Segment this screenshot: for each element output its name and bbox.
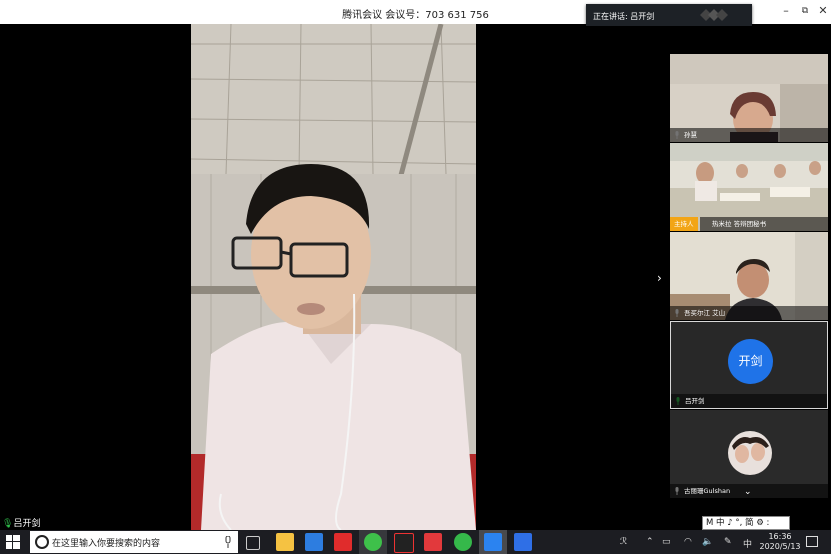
ime-indicator[interactable]: 中 bbox=[743, 537, 752, 550]
participant-name: 孙慧 bbox=[670, 128, 828, 142]
main-speaker-video[interactable] bbox=[191, 24, 476, 530]
participant-tile-5[interactable]: 古丽珊Gulshan ⌄ bbox=[670, 410, 828, 498]
participant-name: 吾买尔江 艾山 bbox=[670, 306, 828, 320]
participant-name-text: 热米拉 答辩团秘书 bbox=[712, 220, 767, 228]
participant-name: 吕开剑 bbox=[671, 394, 827, 408]
participant-tile-self[interactable]: 开剑 吕开剑 bbox=[670, 321, 828, 409]
clock-date: 2020/5/13 bbox=[759, 542, 801, 551]
speaking-indicator: 正在讲话: 吕开剑 bbox=[586, 4, 752, 26]
person-icon[interactable]: ℛ bbox=[620, 537, 627, 547]
chevron-right-icon[interactable]: › bbox=[657, 271, 662, 285]
participant-tile-1[interactable]: 孙慧 bbox=[670, 54, 828, 142]
speaker-video-frame bbox=[191, 24, 476, 530]
mic-icon[interactable] bbox=[224, 536, 232, 548]
speaking-label: 正在讲话: 吕开剑 bbox=[593, 12, 655, 21]
browser-icon[interactable] bbox=[454, 533, 472, 551]
app-red-icon[interactable] bbox=[334, 533, 352, 551]
clock-time: 16:36 bbox=[768, 532, 792, 541]
restore-button[interactable]: ⧉ bbox=[795, 6, 815, 16]
ime-toolbar[interactable]: M 中 ♪ °, 简 ⚙ : bbox=[702, 516, 790, 530]
task-view-icon[interactable] bbox=[246, 536, 260, 550]
host-badge: 主持人 bbox=[670, 217, 698, 231]
wechat-icon[interactable] bbox=[364, 533, 382, 551]
notification-icon[interactable] bbox=[806, 536, 818, 547]
search-placeholder: 在这里输入你要搜索的内容 bbox=[52, 539, 161, 549]
wps-icon[interactable] bbox=[514, 533, 532, 551]
taskbar-search[interactable]: 在这里输入你要搜索的内容 bbox=[30, 531, 238, 553]
taskbar: 在这里输入你要搜索的内容 ℛ ⌃ ▭ ◠ 🔈 ✎ 中 16:36 2020/5/… bbox=[0, 530, 831, 554]
file-explorer-icon[interactable] bbox=[276, 533, 294, 551]
cortana-icon bbox=[35, 535, 49, 549]
store-icon[interactable] bbox=[305, 533, 323, 551]
tencent-meeting-icon[interactable] bbox=[484, 533, 502, 551]
battery-icon[interactable]: ▭ bbox=[662, 537, 671, 547]
avatar: 开剑 bbox=[728, 339, 773, 384]
volume-icon[interactable]: 🔈 bbox=[702, 537, 713, 547]
participant-tile-3[interactable]: 吾买尔江 艾山 bbox=[670, 232, 828, 320]
participant-name: 热米拉 答辩团秘书 bbox=[700, 217, 828, 231]
pen-icon[interactable]: ✎ bbox=[724, 537, 732, 547]
close-button[interactable]: ✕ bbox=[813, 4, 831, 17]
main-speaker-label: 🎙吕开剑 bbox=[2, 516, 40, 529]
speaking-wave-icon bbox=[700, 9, 728, 21]
clock[interactable]: 16:36 2020/5/13 bbox=[758, 532, 802, 552]
minimize-button[interactable]: – bbox=[776, 4, 796, 17]
main-speaker-name: 吕开剑 bbox=[13, 519, 41, 529]
windows-start-icon[interactable] bbox=[6, 535, 20, 549]
qq-icon[interactable] bbox=[394, 533, 414, 553]
wifi-icon[interactable]: ◠ bbox=[684, 537, 692, 547]
participant-tile-2[interactable]: 主持人 热米拉 答辩团秘书 bbox=[670, 143, 828, 231]
chevron-down-icon[interactable]: ⌄ bbox=[744, 487, 752, 497]
mic-active-icon: 🎙 bbox=[2, 519, 14, 529]
show-hidden-icons[interactable]: ⌃ bbox=[646, 537, 654, 547]
cloud-app-icon[interactable] bbox=[424, 533, 442, 551]
